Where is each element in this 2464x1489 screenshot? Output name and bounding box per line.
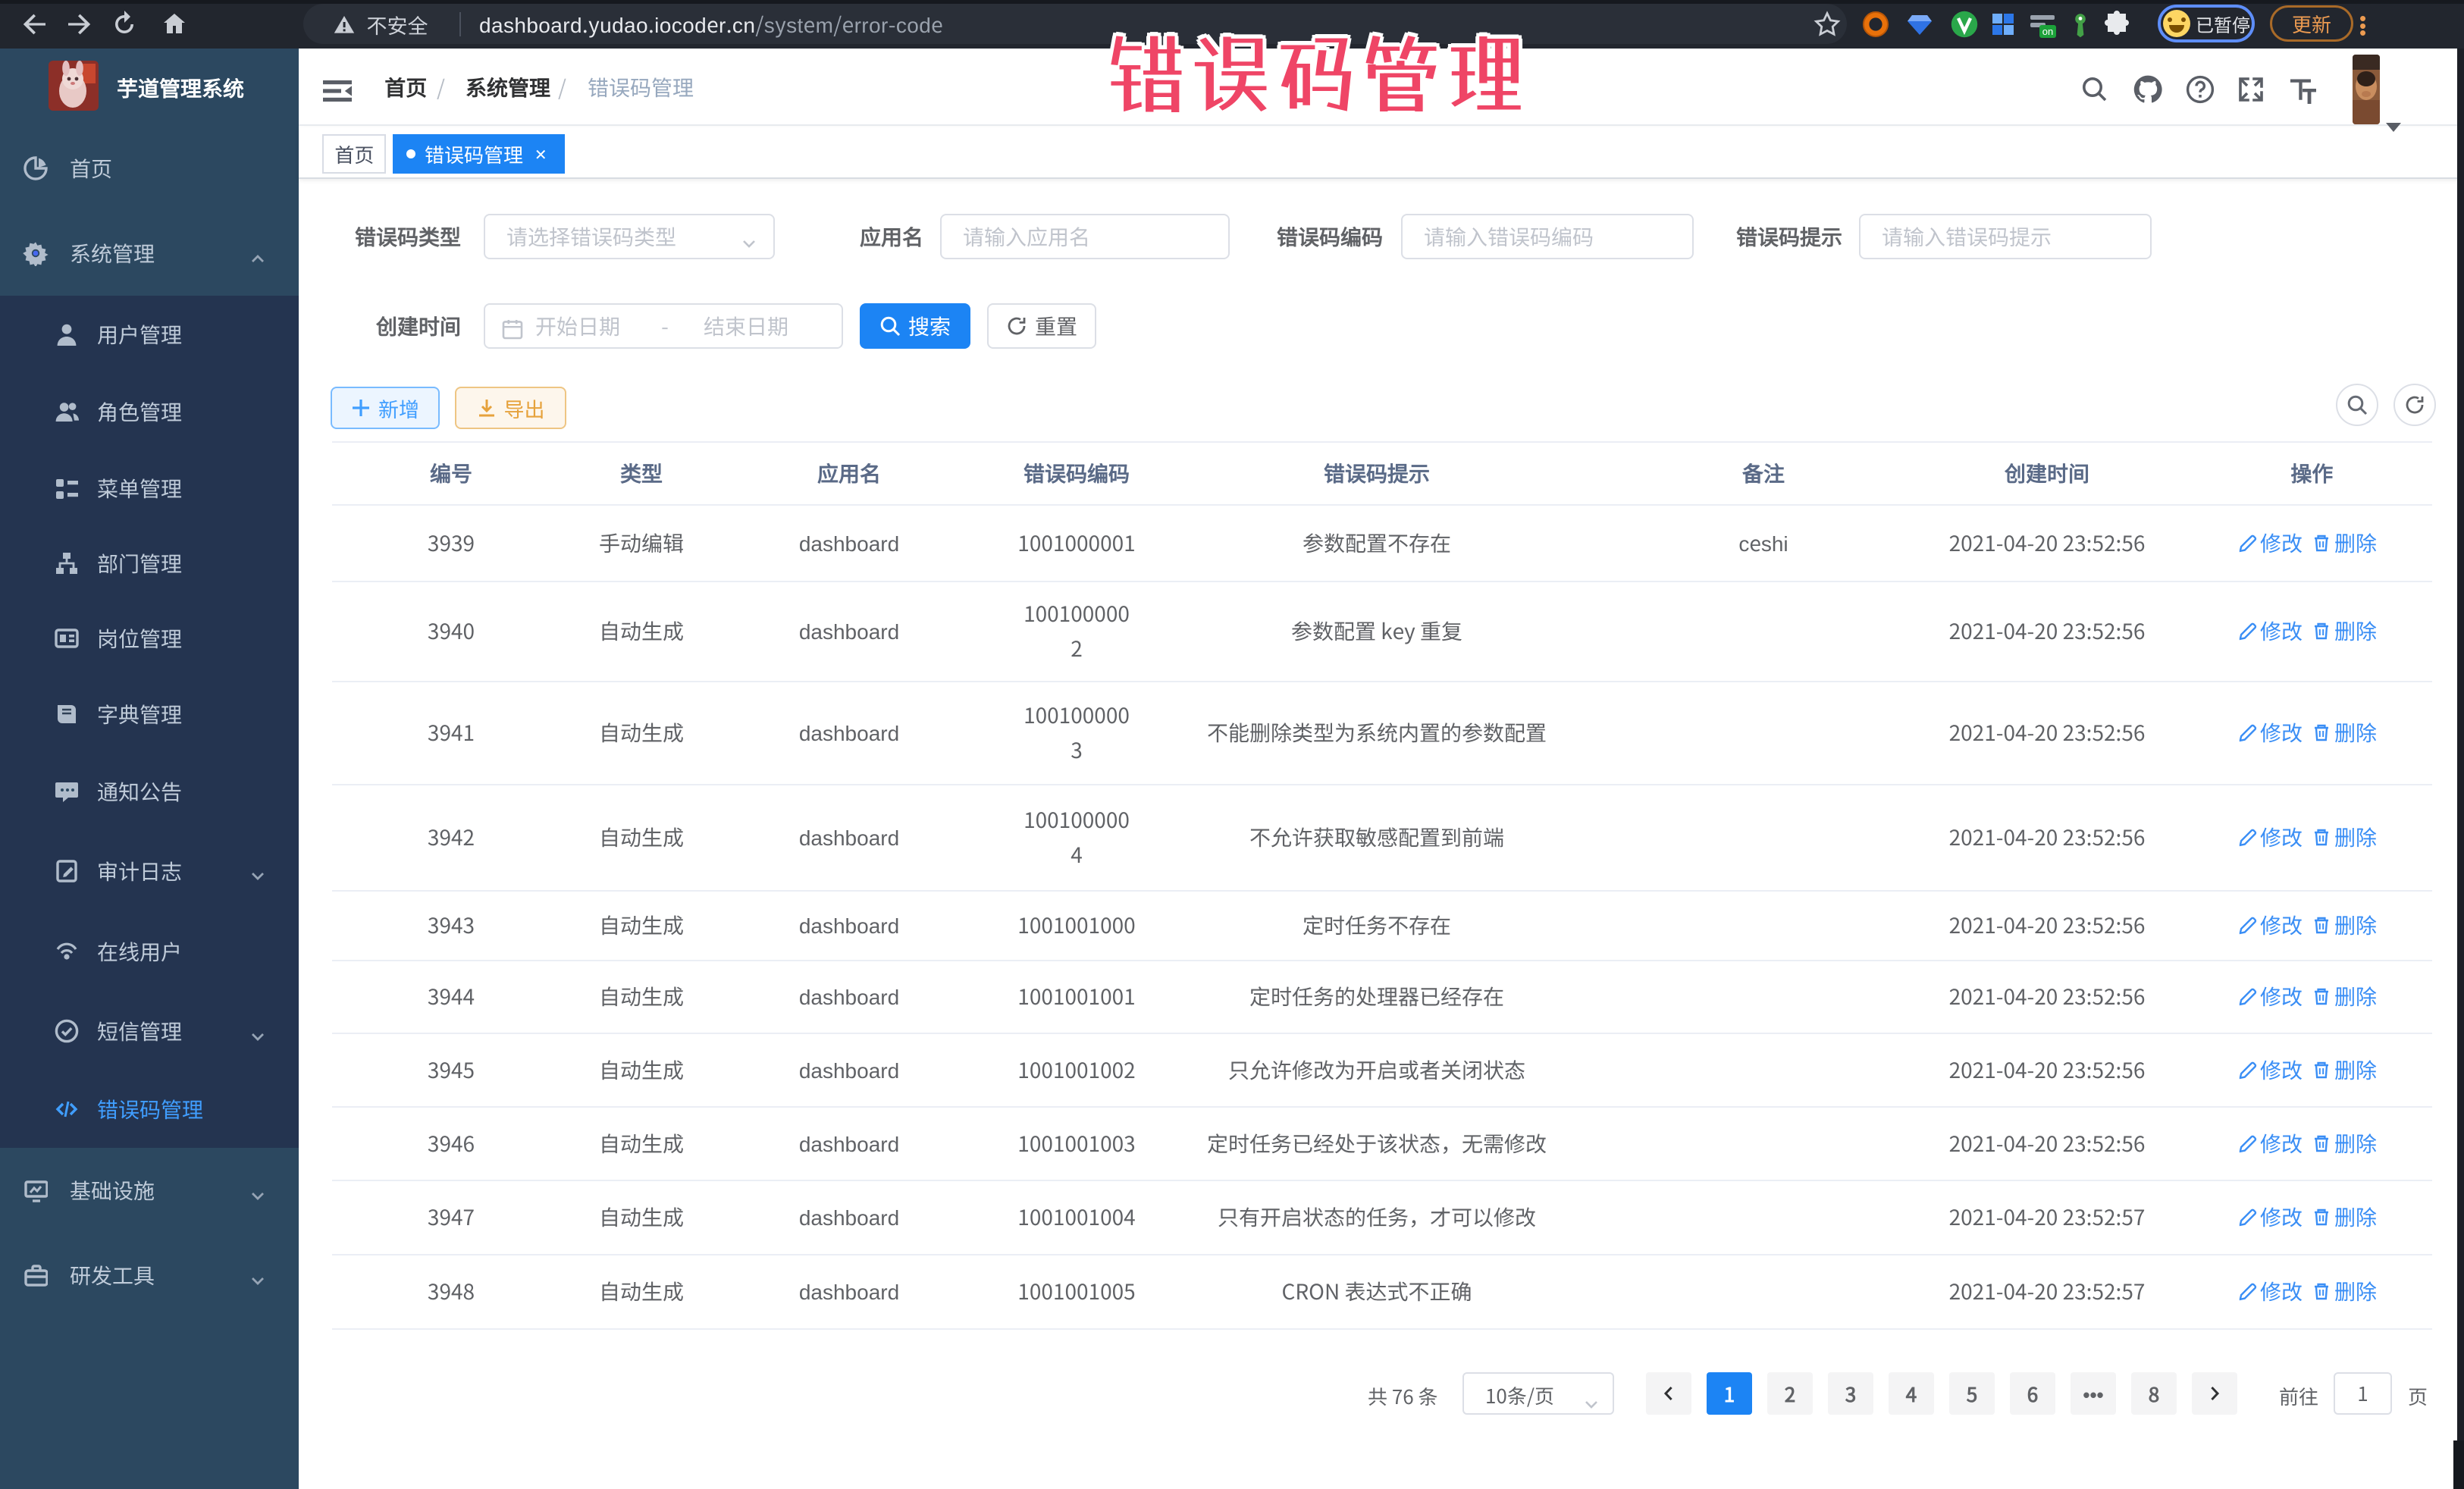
svg-text:on: on	[2042, 26, 2053, 37]
